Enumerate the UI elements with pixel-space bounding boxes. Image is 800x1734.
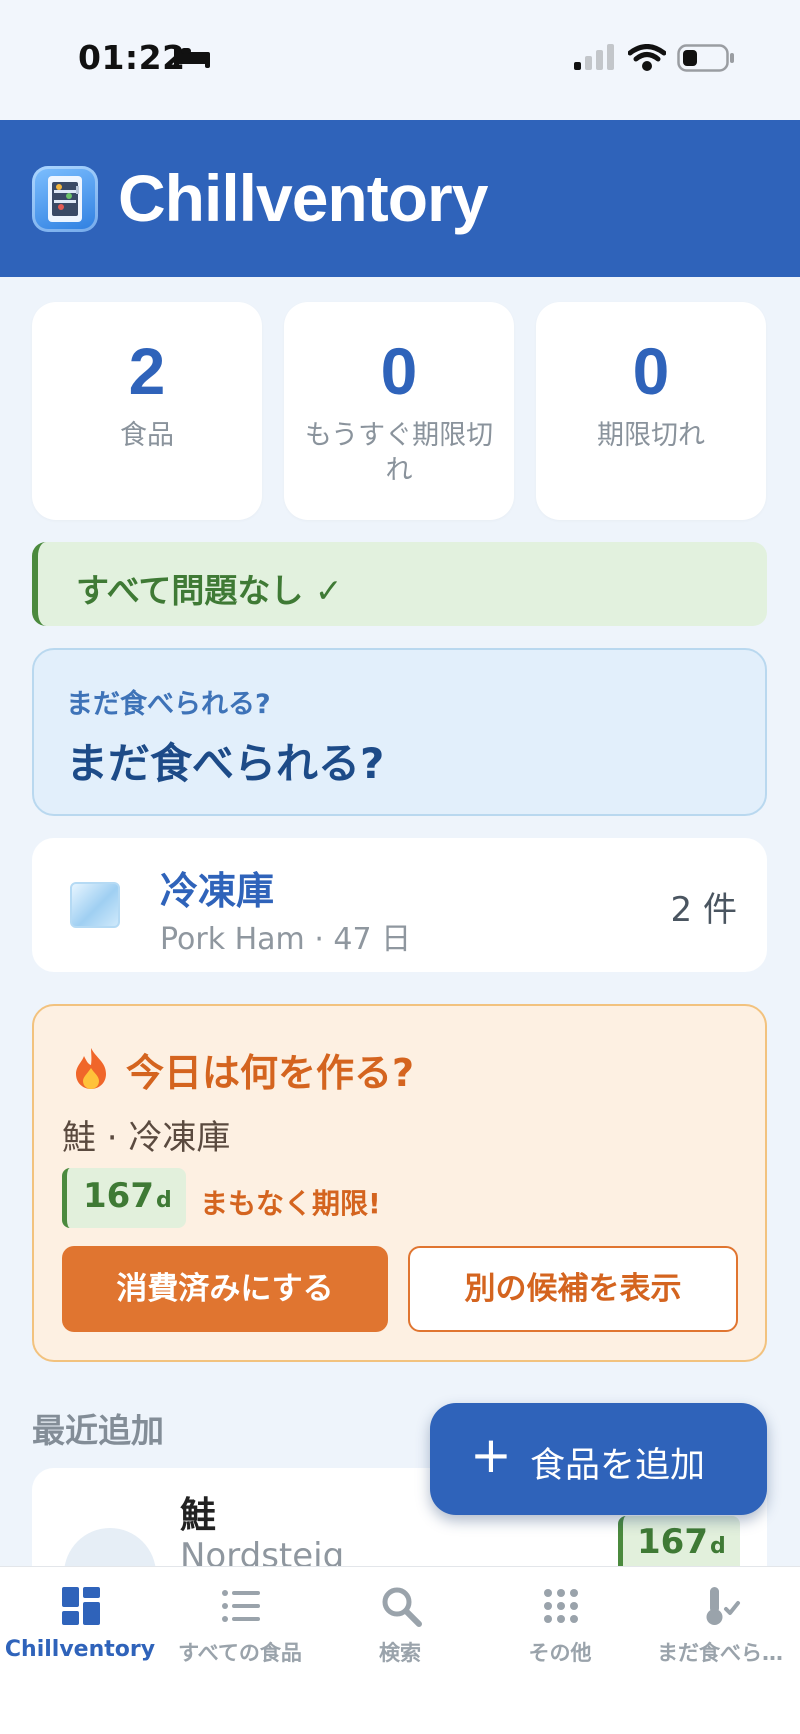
thermometer-check-icon: [706, 1587, 740, 1625]
stat-label: もうすぐ期限切れ: [304, 420, 494, 486]
tab-still-edible[interactable]: まだ食べら…: [640, 1567, 800, 1687]
app-header: Chillventory: [0, 120, 800, 277]
battery-icon: [677, 44, 734, 72]
wifi-icon: [628, 44, 666, 71]
show-other-button[interactable]: 別の候補を表示: [408, 1246, 738, 1332]
item-name: 鮭: [180, 1495, 217, 1536]
days-left-unit: d: [709, 1534, 726, 1559]
tab-label: まだ食べら…: [657, 1641, 783, 1665]
still-edible-title: まだ食べられる?: [66, 739, 385, 788]
grid-dots-icon: [544, 1589, 578, 1623]
days-left-value: 167: [83, 1176, 154, 1216]
mark-consumed-button[interactable]: 消費済みにする: [62, 1246, 388, 1332]
stat-label: 食品: [120, 420, 174, 451]
add-food-button[interactable]: + 食品を追加: [430, 1403, 767, 1515]
stat-card-expired[interactable]: 0 期限切れ: [536, 302, 766, 520]
cook-item: 鮭 · 冷凍庫: [62, 1118, 231, 1158]
freezer-row[interactable]: 冷凍庫 Pork Ham · 47 日 2 件: [32, 838, 767, 972]
still-edible-subtitle: まだ食べられる?: [66, 689, 271, 720]
status-banner: すべて問題なし ✓: [32, 542, 767, 626]
freezer-count: 2 件: [670, 890, 737, 930]
stat-value: 0: [380, 334, 418, 408]
app-title: Chillventory: [118, 161, 488, 235]
plus-icon: +: [470, 1426, 512, 1484]
stat-card-total[interactable]: 2 食品: [32, 302, 262, 520]
recent-section-title: 最近追加: [32, 1411, 164, 1450]
dashboard-icon: [62, 1587, 100, 1625]
tab-bar: Chillventory すべての食品 検索 その他 まだ食べら…: [0, 1566, 800, 1734]
stat-card-expiring-soon[interactable]: 0 もうすぐ期限切れ: [284, 302, 514, 520]
freezer-name: 冷凍庫: [160, 869, 275, 913]
stat-value: 0: [632, 334, 670, 408]
stat-label: 期限切れ: [597, 420, 705, 451]
tab-label: Chillventory: [4, 1637, 156, 1662]
sleep-focus-icon: [174, 46, 210, 68]
tab-label: その他: [528, 1641, 592, 1665]
tab-label: すべての食品: [178, 1641, 302, 1665]
stat-value: 2: [128, 334, 166, 408]
fire-icon: [76, 1048, 106, 1089]
search-icon: [382, 1587, 422, 1627]
fridge-logo-icon: [32, 166, 98, 232]
days-left-badge: 167 d: [62, 1168, 186, 1228]
still-edible-card[interactable]: まだ食べられる? まだ食べられる?: [32, 648, 767, 816]
cook-title: 今日は何を作る?: [126, 1051, 415, 1095]
list-icon: [222, 1590, 260, 1622]
status-banner-text: すべて問題なし ✓: [76, 571, 343, 610]
tab-search[interactable]: 検索: [320, 1567, 480, 1687]
cook-suggestion-card: 今日は何を作る? 鮭 · 冷凍庫 167 d まもなく期限! 消費済みにする 別…: [32, 1004, 767, 1362]
add-food-label: 食品を追加: [530, 1446, 706, 1486]
status-bar: 01:22: [0, 0, 800, 120]
expiring-soon-text: まもなく期限!: [200, 1187, 381, 1220]
ice-cube-icon: [70, 882, 120, 928]
tab-label: 検索: [379, 1641, 421, 1665]
days-left-unit: d: [155, 1188, 172, 1213]
tab-dashboard[interactable]: Chillventory: [0, 1567, 160, 1687]
tab-all-foods[interactable]: すべての食品: [160, 1567, 320, 1687]
status-time: 01:22: [78, 38, 186, 77]
days-left-value: 167: [637, 1522, 708, 1562]
freezer-subtitle: Pork Ham · 47 日: [160, 922, 412, 957]
cellular-signal-icon: [574, 44, 614, 70]
tab-more[interactable]: その他: [480, 1567, 640, 1687]
